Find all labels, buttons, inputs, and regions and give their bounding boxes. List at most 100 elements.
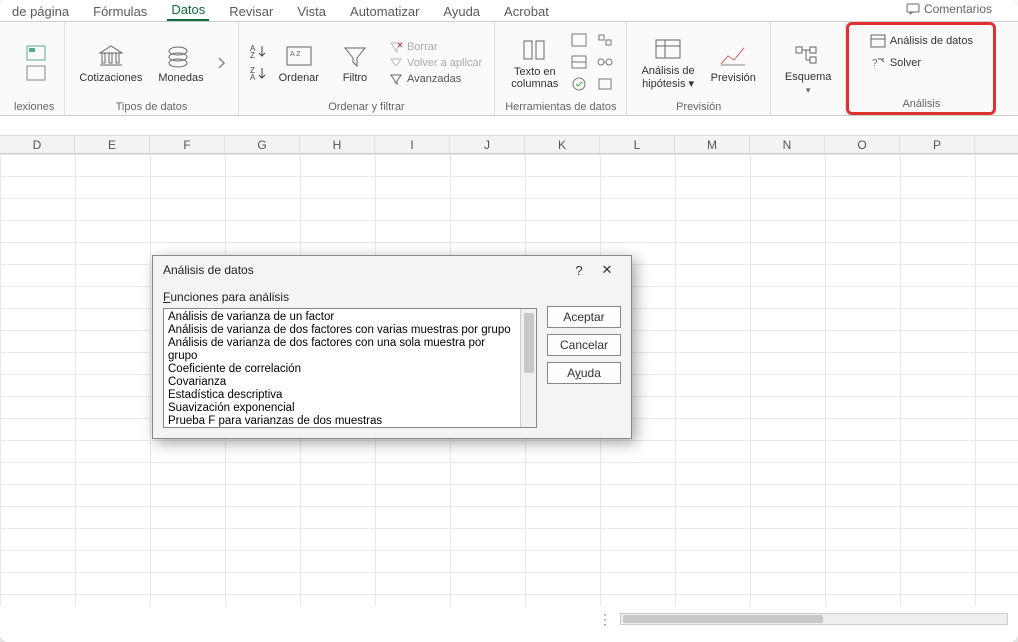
close-icon[interactable]: ✕ (593, 262, 621, 278)
col-header[interactable]: O (825, 136, 900, 153)
list-item[interactable]: Estadística descriptiva (168, 389, 516, 402)
chevron-down-icon: ▾ (806, 85, 811, 96)
tab-revisar[interactable]: Revisar (225, 2, 277, 21)
tab-acrobat[interactable]: Acrobat (500, 2, 553, 21)
dialog-title: Análisis de datos (163, 263, 254, 277)
avanzadas-button[interactable]: Avanzadas (387, 72, 463, 86)
tab-vista[interactable]: Vista (293, 2, 330, 21)
sort-asc-icon[interactable]: AZ (249, 43, 267, 61)
monedas-label: Monedas (158, 72, 203, 84)
group-prevision-label: Previsión (676, 99, 721, 113)
ayuda-button[interactable]: Ayuda (547, 362, 621, 384)
analisis-dialog: Análisis de datos ? ✕ Funciones para aná… (152, 255, 632, 439)
whatif-icon (652, 35, 684, 63)
col-header[interactable]: M (675, 136, 750, 153)
svg-text:Z: Z (250, 51, 255, 59)
formula-bar[interactable] (0, 116, 1018, 136)
list-item[interactable]: Covarianza (168, 376, 516, 389)
esquema-label: Esquema (785, 71, 831, 83)
list-item[interactable]: Análisis de varianza de dos factores con… (168, 337, 516, 363)
texto-columnas-button[interactable]: Texto en columnas (507, 34, 562, 92)
col-header[interactable]: K (525, 136, 600, 153)
col-header[interactable]: F (150, 136, 225, 153)
sheet-tab-scroll-icon[interactable]: ⋮ (0, 611, 620, 628)
col-header[interactable]: G (225, 136, 300, 153)
column-headers: D E F G H I J K L M N O P (0, 136, 1018, 154)
sort-desc-icon[interactable]: ZA (249, 65, 267, 83)
aceptar-button[interactable]: Aceptar (547, 306, 621, 328)
ayuda-post: uda (581, 366, 601, 380)
list-item[interactable]: Suavización exponencial (168, 402, 516, 415)
analisis-datos-button[interactable]: Análisis de datos (868, 33, 975, 49)
model-icon[interactable] (596, 76, 614, 94)
sort-dialog-icon: A Z (283, 42, 315, 70)
col-header[interactable]: E (75, 136, 150, 153)
functions-listbox[interactable]: Análisis de varianza de un factor Anális… (163, 308, 537, 428)
analisis-datos-label: Análisis de datos (890, 35, 973, 47)
list-item[interactable]: Análisis de varianza de dos factores con… (168, 324, 516, 337)
chevron-down-icon: ▾ (689, 78, 695, 90)
borrar-button[interactable]: Borrar (387, 40, 440, 54)
svg-text:A Z: A Z (290, 51, 301, 58)
prevision-label: Previsión (711, 72, 756, 84)
text-columns-icon (519, 36, 551, 64)
flash-fill-icon[interactable] (570, 32, 588, 50)
listbox-scrollbar[interactable] (520, 309, 536, 427)
col-header[interactable]: I (375, 136, 450, 153)
chevron-right-icon[interactable] (216, 43, 228, 83)
ribbon-tabs: de página Fórmulas Datos Revisar Vista A… (0, 0, 1018, 22)
connections-icon[interactable] (25, 64, 43, 82)
tab-ayuda[interactable]: Ayuda (439, 2, 484, 21)
borrar-label: Borrar (407, 41, 438, 53)
hipotesis-button[interactable]: Análisis de hipótesis ▾ (637, 33, 698, 92)
list-item[interactable]: Análisis de varianza de un factor (168, 311, 516, 324)
bank-icon (95, 42, 127, 70)
cotizaciones-label: Cotizaciones (79, 72, 142, 84)
cancelar-button[interactable]: Cancelar (547, 334, 621, 356)
volver-label: Volver a aplicar (407, 57, 482, 69)
relations-icon[interactable] (596, 54, 614, 72)
esquema-button[interactable]: Esquema ▾ (781, 39, 835, 98)
reapply-icon (389, 57, 403, 69)
col-header[interactable]: J (450, 136, 525, 153)
filtro-label: Filtro (343, 72, 367, 84)
cotizaciones-button[interactable]: Cotizaciones (75, 40, 146, 86)
col-header[interactable]: H (300, 136, 375, 153)
forecast-icon (717, 42, 749, 70)
horizontal-scrollbar[interactable]: ⋮ (0, 610, 1018, 628)
tab-formulas[interactable]: Fórmulas (89, 2, 151, 21)
remove-dup-icon[interactable] (570, 54, 588, 72)
col-header[interactable]: D (0, 136, 75, 153)
col-header[interactable]: L (600, 136, 675, 153)
analysis-icon (870, 34, 886, 48)
list-item[interactable]: Prueba F para varianzas de dos muestras (168, 415, 516, 428)
ribbon: lexiones Cotizaciones Monedas Tipos de d… (0, 22, 1018, 116)
col-header[interactable]: N (750, 136, 825, 153)
list-item[interactable]: Coeficiente de correlación (168, 363, 516, 376)
ayuda-pre: A (567, 366, 575, 380)
filtro-button[interactable]: Filtro (331, 40, 379, 86)
texto-label: Texto en (514, 66, 556, 78)
ordenar-button[interactable]: A Z Ordenar (275, 40, 323, 86)
help-icon[interactable]: ? (565, 263, 593, 278)
solver-button[interactable]: ? Solver (868, 55, 923, 71)
refresh-icon[interactable] (25, 44, 43, 62)
tab-automatizar[interactable]: Automatizar (346, 2, 423, 21)
comments-button[interactable]: Comentarios (900, 0, 998, 18)
comment-icon (906, 3, 920, 15)
prevision-button[interactable]: Previsión (707, 40, 760, 86)
monedas-button[interactable]: Monedas (154, 40, 207, 86)
consolidate-icon[interactable] (596, 32, 614, 50)
outline-icon (792, 41, 824, 69)
validation-icon[interactable] (570, 76, 588, 94)
volver-button[interactable]: Volver a aplicar (387, 56, 484, 70)
tab-diseno[interactable]: de página (8, 2, 73, 21)
ordenar-label: Ordenar (279, 72, 319, 84)
hipotesis-label1: Análisis de (641, 65, 694, 77)
hipotesis-label2: hipótesis ▾ (642, 77, 694, 90)
advanced-icon (389, 73, 403, 85)
tab-datos[interactable]: Datos (167, 0, 209, 21)
clear-icon (389, 41, 403, 53)
col-header[interactable]: P (900, 136, 975, 153)
coins-icon (165, 42, 197, 70)
